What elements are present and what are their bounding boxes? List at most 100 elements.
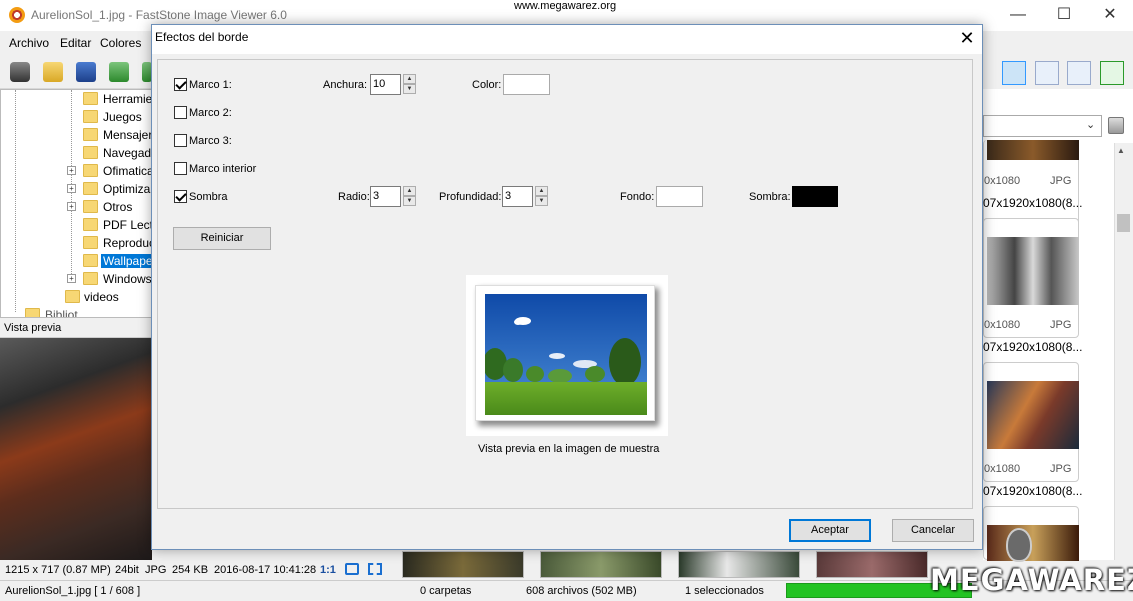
thumb-type: JPG [1050,175,1072,187]
close-button[interactable]: ✕ [1087,0,1133,31]
anchura-spinner[interactable]: ▲ ▼ [403,74,416,95]
person-view-icon[interactable] [1067,61,1091,85]
megawarez-logo: MEGAWAREZ [930,563,1133,597]
minimize-button[interactable]: — [995,0,1041,31]
accept-button[interactable]: Aceptar [789,519,871,542]
anchura-label: Anchura: [323,79,368,91]
save-icon[interactable] [76,62,96,82]
vertical-scrollbar[interactable] [1114,143,1133,560]
zoom-level[interactable]: 1:1 [320,564,336,576]
menu-archivo[interactable]: Archivo [9,36,49,50]
sombra-color-label: Sombra: [749,191,791,203]
spin-down-icon[interactable]: ▼ [403,84,416,94]
expand-icon[interactable]: + [67,166,76,175]
folder-icon [83,164,98,177]
folder-icon [83,200,98,213]
fullscreen-icon[interactable] [368,563,382,575]
thumbnail-card[interactable]: 0x1080 JPG [983,362,1079,482]
folder-icon [83,218,98,231]
folder-count: 0 carpetas [420,585,472,597]
window-title: AurelionSol_1.jpg - FastStone Image View… [31,8,287,22]
anchura-input[interactable]: 10 [370,74,401,95]
profundidad-label: Profundidad: [439,191,502,203]
expand-icon[interactable]: + [67,202,76,211]
marco-interior-checkbox[interactable] [174,162,187,175]
spin-up-icon[interactable]: ▲ [535,186,548,196]
scrollbar-thumb[interactable] [1117,214,1130,232]
thumbnail-view-icon[interactable] [1002,61,1026,85]
file-date: 2016-08-17 10:41:28 [214,564,317,576]
menu-colores[interactable]: Colores [100,36,141,50]
strip-thumbnail[interactable] [540,551,662,578]
sample-photo [485,294,647,415]
expand-icon[interactable]: + [67,184,76,193]
dialog-close-button[interactable]: ✕ [956,27,978,49]
menu-editar[interactable]: Editar [60,36,91,50]
fit-view-icon[interactable] [1100,61,1124,85]
thumb-type: JPG [1050,319,1072,331]
dialog-title: Efectos del borde [155,30,249,44]
thumb-type: JPG [1050,463,1072,475]
sombra-color-swatch[interactable] [792,186,838,207]
image-dimensions: 1215 x 717 (0.87 MP) [5,564,111,576]
current-file: AurelionSol_1.jpg [ 1 / 608 ] [5,585,141,597]
sombra-label: Sombra [189,191,228,203]
open-folder-icon[interactable] [43,62,63,82]
thumbnail-image [987,525,1079,561]
sombra-checkbox[interactable] [174,190,187,203]
spin-down-icon[interactable]: ▼ [535,196,548,206]
radio-input[interactable]: 3 [370,186,401,207]
alien-logo-icon [1006,528,1032,562]
spin-down-icon[interactable]: ▼ [403,196,416,206]
profundidad-spinner[interactable]: ▲ ▼ [535,186,548,207]
camera-icon[interactable] [10,62,30,82]
thumb-dimensions: 0x1080 [984,319,1021,331]
reset-button[interactable]: Reiniciar [173,227,271,250]
thumb-filename: 07x1920x1080(8... [983,196,1083,210]
radio-spinner[interactable]: ▲ ▼ [403,186,416,207]
folder-icon [83,110,98,123]
landscape-image [485,294,647,415]
file-count: 608 archivos (502 MB) [526,585,637,597]
spin-up-icon[interactable]: ▲ [403,74,416,84]
dialog-title-bar [152,25,982,54]
folder-icon [65,290,80,303]
preview-image [0,338,152,560]
spin-up-icon[interactable]: ▲ [403,186,416,196]
scroll-up-icon[interactable]: ▲ [1117,146,1125,155]
marco3-checkbox[interactable] [174,134,187,147]
folder-icon [25,308,40,317]
trash-icon[interactable] [1108,117,1124,134]
marco3-label: Marco 3: [189,135,232,147]
chevron-down-icon[interactable]: ⌄ [1086,118,1095,131]
thumbnail-image [987,237,1079,305]
marco1-checkbox[interactable] [174,78,187,91]
strip-thumbnail[interactable] [816,551,928,578]
preview-label: Vista previa [4,322,62,334]
watermark-url: www.megawarez.org [514,0,617,12]
strip-thumbnail[interactable] [678,551,800,578]
sort-dropdown[interactable] [983,115,1102,137]
strip-thumbnail[interactable] [402,551,524,578]
file-size: 254 KB [172,564,209,576]
fit-window-icon[interactable] [345,563,359,575]
marco-interior-label: Marco interior [189,163,257,175]
folder-icon [83,128,98,141]
thumbnail-image [987,381,1079,449]
thumbnail-card[interactable]: 0x1080 JPG [983,218,1079,338]
maximize-button[interactable]: ☐ [1041,0,1087,31]
marco2-checkbox[interactable] [174,106,187,119]
folder-tree: Herramie Juegos Mensajer Navegado +Ofima… [0,89,152,318]
folder-icon [83,92,98,105]
app-icon [9,7,25,23]
back-arrow-icon[interactable] [109,62,129,82]
detail-view-icon[interactable] [1035,61,1059,85]
fondo-swatch[interactable] [656,186,703,207]
folder-icon [83,236,98,249]
color-swatch[interactable] [503,74,550,95]
expand-icon[interactable]: + [67,274,76,283]
profundidad-input[interactable]: 3 [502,186,533,207]
image-format: JPG [145,564,167,576]
folder-icon [83,272,98,285]
cancel-button[interactable]: Cancelar [892,519,974,542]
